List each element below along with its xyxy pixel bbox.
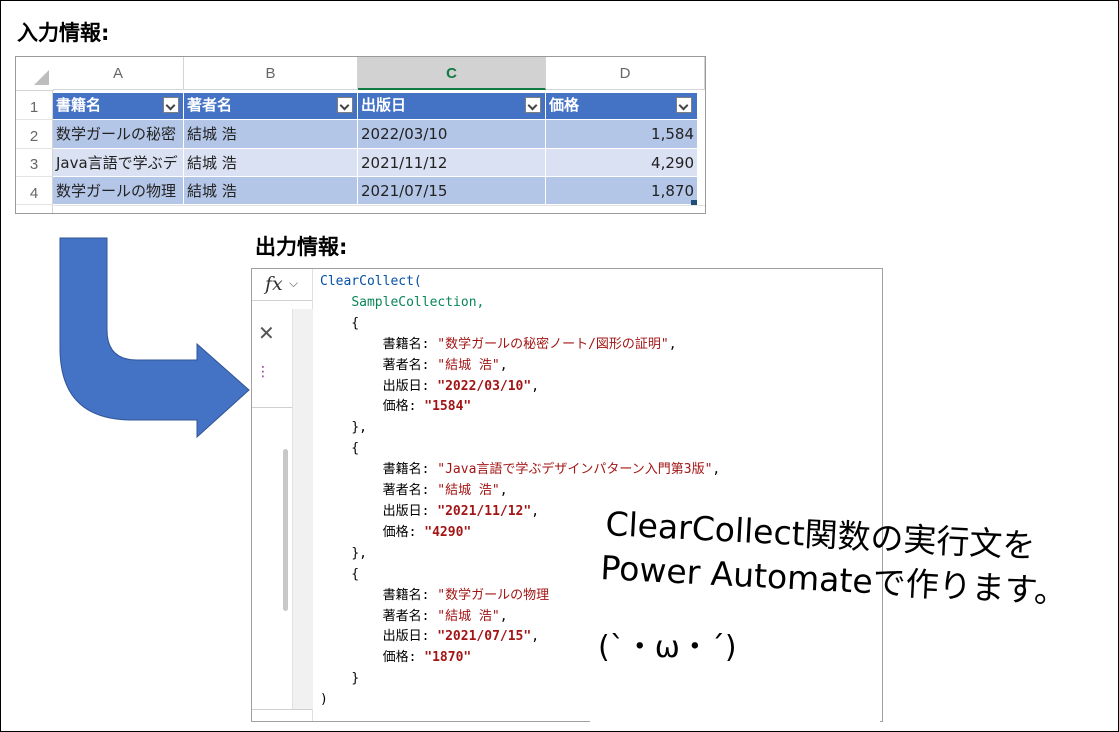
filter-dropdown-icon[interactable] [337,97,353,113]
code-key: 出版日: [382,378,438,394]
filter-dropdown-icon[interactable] [676,97,692,113]
scrollbar-track[interactable] [292,309,313,709]
code-function: ClearCollect( [320,274,422,289]
column-header-c[interactable]: C [358,57,546,90]
code-key: 価格: [382,524,425,540]
flow-arrow-icon [59,237,250,439]
code-key: 出版日: [382,503,438,519]
code-key: 著者名: [382,357,438,373]
code-key: 著者名: [382,608,438,624]
code-collection: SampleCollection, [351,294,485,310]
code-string: "数学ガールの秘密ノート/図形の証明" [437,336,669,352]
fx-icon[interactable]: fx [265,273,283,295]
table-cell[interactable]: 1,584 [546,120,698,149]
table-cell[interactable]: 2021/07/15 [358,177,546,205]
code-key: 出版日: [382,629,438,645]
output-heading: 出力情報: [255,235,348,259]
more-options-icon[interactable]: ⋮ [256,364,270,380]
code-string: "2022/03/10" [437,378,532,394]
divider [252,407,292,408]
code-string: "Java言語で学ぶデザインパターン入門第3版" [437,462,713,478]
code-brace: }, [351,420,367,436]
code-string: "数学ガールの物理 [437,587,550,603]
code-key: 書籍名: [382,587,438,603]
code-key: 著者名: [382,483,438,499]
code-string: "2021/11/12" [437,503,532,519]
table-cell[interactable]: 4,290 [546,149,698,177]
code-key: 価格: [382,650,425,666]
table-header-date[interactable]: 出版日 [358,93,546,120]
code-string: "結城 浩" [437,357,500,373]
table-cell[interactable]: 2021/11/12 [358,149,546,177]
code-string: "1584" [424,399,472,415]
divider [252,709,312,721]
divider [252,300,312,301]
table-cell[interactable]: 1,870 [546,177,698,205]
scrollbar-thumb[interactable] [283,449,288,611]
code-key: 書籍名: [382,462,438,478]
code-string: "2021/07/15" [437,629,532,645]
table-header-price[interactable]: 価格 [546,93,698,120]
code-key: 価格: [382,399,425,415]
filter-dropdown-icon[interactable] [525,97,541,113]
note-face: (`・ω・´) [598,630,737,665]
code-string: "結城 浩" [437,483,500,499]
column-header-d[interactable]: D [546,57,705,90]
code-closing: ) [320,692,328,708]
code-string: "結城 浩" [437,608,500,624]
code-string: "4290" [424,524,472,540]
table-header-label: 価格 [549,96,580,114]
table-cell[interactable]: 2022/03/10 [358,120,546,149]
code-string: "1870" [424,650,472,666]
code-key: 書籍名: [382,336,438,352]
close-icon[interactable]: ✕ [258,321,275,345]
chevron-down-icon[interactable]: ⌵ [289,276,298,291]
editor-gutter: fx ⌵ ✕ ⋮ [252,269,313,721]
table-header-label: 出版日 [361,96,407,114]
code-brace: } [351,671,360,687]
code-brace: }, [351,545,367,561]
